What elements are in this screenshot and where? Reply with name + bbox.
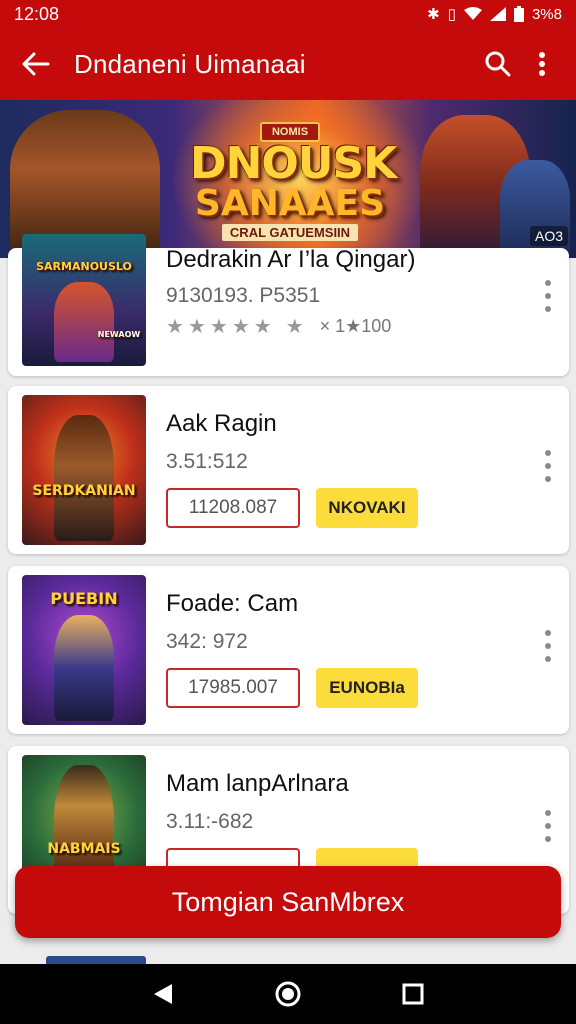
battery-level: 3%8 bbox=[531, 5, 562, 23]
status-icons: ✱ ▯ 3%8 bbox=[427, 5, 562, 24]
game-title: Foade: Cam bbox=[166, 590, 299, 617]
overflow-menu-button[interactable] bbox=[520, 42, 564, 86]
back-button[interactable] bbox=[18, 46, 54, 82]
battery-icon bbox=[513, 6, 524, 22]
star-icon: ★ bbox=[253, 316, 272, 338]
list-item[interactable]: SERDKANIAN Aak Ragin 3.51:512 11208.087 … bbox=[8, 386, 569, 554]
price-button[interactable]: 17985.007 bbox=[166, 668, 300, 708]
ad-tag: AO3 bbox=[529, 226, 568, 246]
star-icon: ★ bbox=[166, 316, 184, 338]
game-thumbnail: SARMANOUSLO NEWAOW bbox=[22, 234, 146, 366]
banner-subtitle: CRAL GATUEMSIIN bbox=[221, 224, 359, 241]
banner-logo: NOMIS DNOUSK SANAAES CRAL GATUEMSIIN bbox=[190, 122, 397, 242]
rating-count: × 1★100 bbox=[319, 316, 392, 336]
arrow-back-icon bbox=[22, 52, 50, 76]
more-vert-icon bbox=[539, 52, 545, 76]
app-bar: Dndaneni Uimanaai bbox=[0, 28, 576, 100]
triangle-back-icon bbox=[153, 984, 172, 1004]
list-item[interactable]: PUEBIN Foade: Cam 342: 972 17985.007 EUN… bbox=[8, 566, 569, 734]
game-title: Aak Ragin bbox=[166, 410, 277, 437]
game-subtitle: 9130193. P5351 bbox=[166, 284, 321, 307]
banner-title-line1: DNOUSK bbox=[190, 138, 397, 189]
wifi-icon bbox=[463, 7, 482, 20]
nav-back-button[interactable] bbox=[141, 972, 185, 1016]
game-title: Dedrakin Ar I’la Qingar) bbox=[166, 246, 416, 273]
search-button[interactable] bbox=[476, 42, 520, 86]
thumbnail-character bbox=[54, 615, 114, 721]
game-subtitle: 342: 972 bbox=[166, 630, 248, 653]
primary-cta-button[interactable]: Tomgian SanMbrex bbox=[15, 866, 561, 938]
thumbnail-title: SARMANOUSLO bbox=[36, 260, 132, 273]
thumbnail-character bbox=[54, 415, 114, 541]
action-button[interactable]: EUNOBIa bbox=[316, 668, 418, 708]
nav-home-button[interactable] bbox=[266, 972, 310, 1016]
vibrate-icon: ▯ bbox=[447, 6, 456, 23]
status-time: 12:08 bbox=[14, 3, 60, 24]
game-thumbnail: SERDKANIAN bbox=[22, 395, 146, 545]
home-circle-icon bbox=[275, 981, 301, 1007]
star-rating: ★ ★ ★ ★ ★ ★ × 1★100 bbox=[166, 314, 391, 339]
bluetooth-icon: ✱ bbox=[427, 6, 440, 23]
star-icon: ★ bbox=[285, 316, 304, 338]
search-icon bbox=[485, 51, 511, 77]
game-title: Mam lanpArlnara bbox=[166, 770, 349, 797]
list-item[interactable]: SARMANOUSLO NEWAOW Dedrakin Ar I’la Qing… bbox=[8, 234, 569, 376]
item-more-button[interactable] bbox=[535, 626, 561, 666]
star-icon: ★ bbox=[231, 316, 250, 338]
page-title: Dndaneni Uimanaai bbox=[74, 48, 306, 79]
thumbnail-title: PUEBIN bbox=[50, 589, 118, 608]
game-subtitle: 3.51:512 bbox=[166, 450, 248, 473]
thumbnail-title: SERDKANIAN bbox=[32, 483, 136, 499]
item-more-button[interactable] bbox=[535, 806, 561, 846]
star-icon: ★ bbox=[187, 316, 206, 338]
star-icon: ★ bbox=[209, 316, 228, 338]
item-more-button[interactable] bbox=[535, 446, 561, 486]
thumbnail-badge: NEWAOW bbox=[97, 330, 141, 339]
square-recents-icon bbox=[402, 983, 424, 1005]
banner-title-line2: SANAAES bbox=[194, 183, 386, 224]
game-subtitle: 3.11:-682 bbox=[166, 810, 254, 833]
nav-recents-button[interactable] bbox=[391, 972, 435, 1016]
status-bar: 12:08 ✱ ▯ 3%8 bbox=[0, 0, 576, 28]
item-more-button[interactable] bbox=[535, 276, 561, 316]
system-nav-bar bbox=[0, 964, 576, 1024]
signal-icon bbox=[489, 7, 506, 21]
price-button[interactable]: 11208.087 bbox=[166, 488, 300, 528]
thumbnail-title: NABMAIS bbox=[47, 841, 121, 857]
game-thumbnail: PUEBIN bbox=[22, 575, 146, 725]
thumbnail-character bbox=[54, 282, 114, 362]
action-button[interactable]: NKOVAKI bbox=[316, 488, 418, 528]
